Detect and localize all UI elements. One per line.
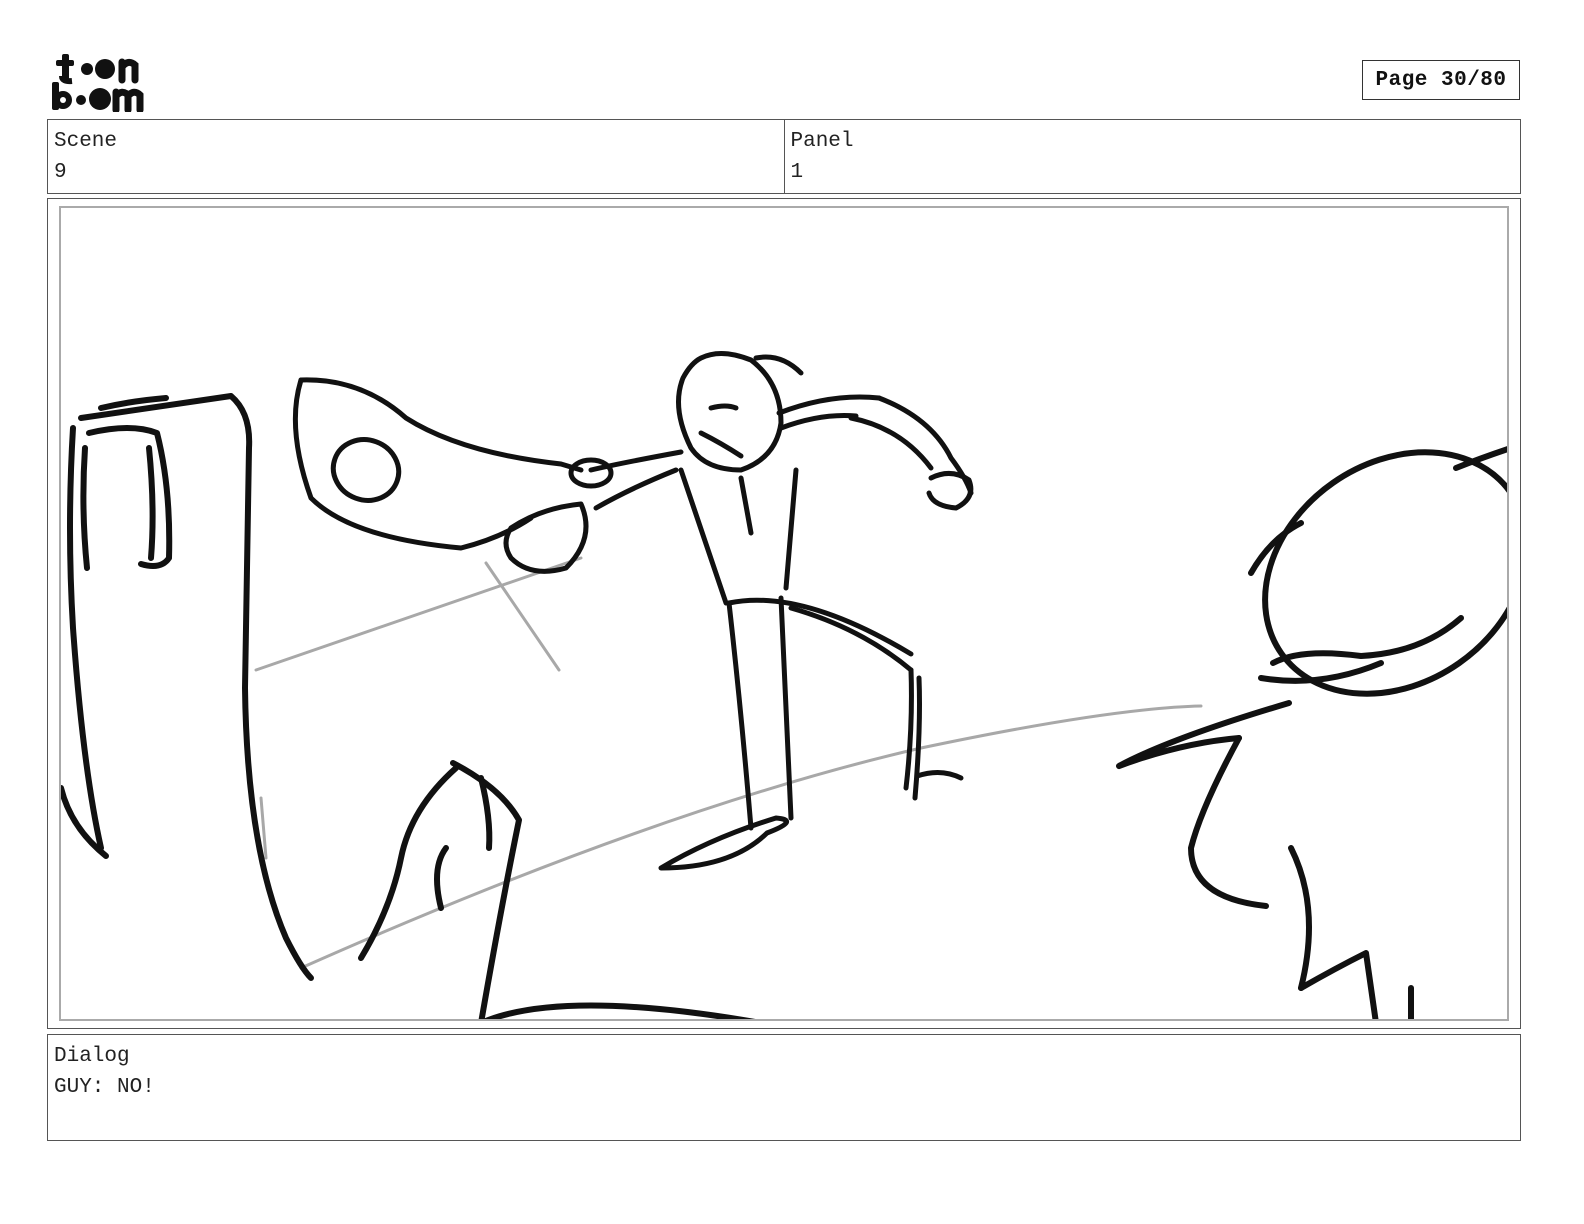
toonboom-logo: [50, 50, 164, 114]
panel-cell: Panel 1: [783, 120, 1521, 193]
panel-label: Panel: [790, 130, 854, 153]
panel-value: 1: [790, 161, 804, 184]
dialog-box: Dialog GUY: NO!: [47, 1034, 1521, 1141]
scene-cell: Scene 9: [48, 120, 784, 193]
scene-label: Scene: [54, 130, 118, 153]
scene-panel-header: Scene 9 Panel 1: [47, 119, 1521, 194]
scene-value: 9: [54, 161, 67, 184]
stick-man-figure: [503, 351, 974, 871]
left-foreground-figure: [61, 393, 314, 981]
bottom-left-silhouette: [358, 760, 756, 1019]
storyboard-panel-image: [59, 206, 1509, 1021]
right-foreground-figure: [1116, 446, 1507, 1019]
dialog-text: GUY: NO!: [54, 1076, 155, 1099]
page-number-badge: Page 30/80: [1362, 60, 1520, 100]
dialog-label: Dialog: [54, 1045, 130, 1068]
hat-sketch: [292, 377, 584, 551]
